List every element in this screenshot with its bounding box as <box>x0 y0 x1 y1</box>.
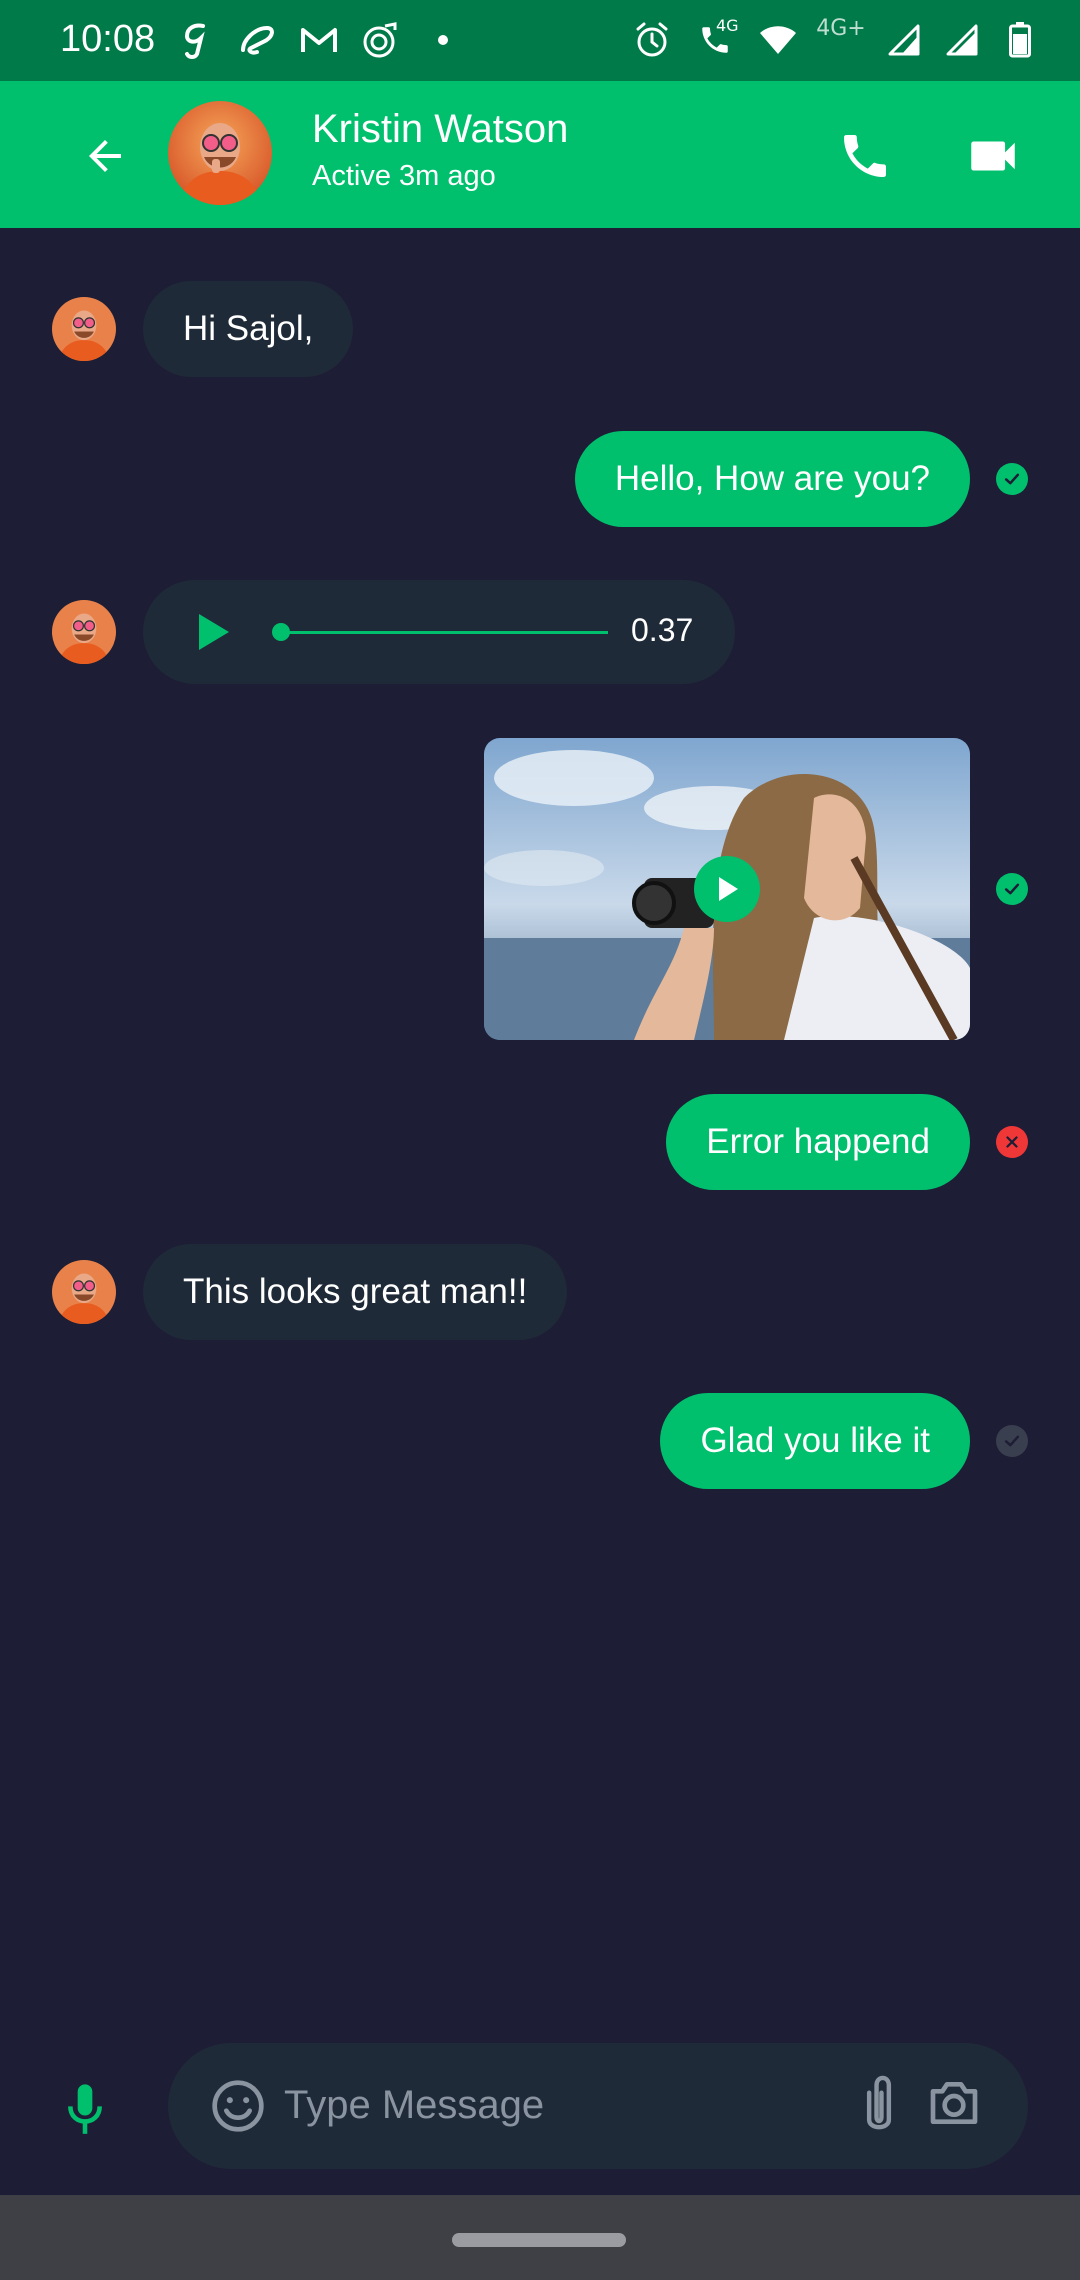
audio-progress-thumb[interactable] <box>272 623 290 641</box>
avatar <box>52 297 116 361</box>
mic-icon <box>68 2084 102 2134</box>
arrow-back-icon <box>89 140 121 172</box>
mic-button[interactable] <box>55 2075 115 2145</box>
home-gesture-handle[interactable] <box>452 2233 626 2247</box>
phone-icon <box>844 135 886 177</box>
message-input-placeholder: Type Message <box>284 2083 545 2127</box>
camera-button[interactable] <box>926 2075 982 2135</box>
play-icon <box>719 877 738 901</box>
check-icon <box>1004 883 1020 895</box>
audio-duration: 0.37 <box>631 612 694 648</box>
system-nav-bar <box>0 2195 1080 2280</box>
video-play-button[interactable] <box>694 856 760 922</box>
dot-icon <box>423 16 463 64</box>
message-status-error <box>996 1126 1028 1158</box>
battery-icon <box>1000 16 1040 64</box>
volte-call-icon: 4G <box>690 16 740 64</box>
video-message[interactable] <box>484 738 970 1040</box>
videocam-icon <box>971 141 1015 171</box>
message-status-viewed <box>996 873 1028 905</box>
alarm-icon <box>632 16 672 64</box>
audio-progress-track[interactable] <box>278 631 608 634</box>
emoji-icon <box>212 2080 264 2132</box>
attach-icon <box>866 2075 892 2130</box>
check-icon <box>1004 1435 1020 1447</box>
message-bubble-incoming[interactable]: Hi Sajol, <box>143 281 354 377</box>
message-composer: Type Message <box>0 2020 1080 2195</box>
audio-play-button[interactable] <box>193 610 233 658</box>
chat-header: Kristin Watson Active 3m ago <box>0 81 1080 228</box>
call-button[interactable] <box>830 121 900 191</box>
g-app-icon <box>175 16 215 64</box>
status-time: 10:08 <box>60 18 156 60</box>
wifi-icon <box>758 16 798 64</box>
status-bar: 10:08 4G 4G+ <box>0 0 1080 81</box>
message-status-viewed <box>996 463 1028 495</box>
audio-message: 0.37 <box>143 580 735 684</box>
back-button[interactable] <box>70 121 140 191</box>
play-icon <box>199 614 229 650</box>
network-type-label: 4G+ <box>816 16 866 41</box>
gmail-icon <box>299 16 339 64</box>
contact-name: Kristin Watson <box>312 107 569 151</box>
message-bubble-outgoing[interactable]: Hello, How are you? <box>574 431 970 527</box>
signal-icon <box>884 16 924 64</box>
message-bubble-outgoing[interactable]: Error happend <box>666 1094 970 1190</box>
avatar <box>52 600 116 664</box>
active-status: Active 3m ago <box>312 160 496 192</box>
avatar <box>52 1260 116 1324</box>
message-status-sent <box>996 1425 1028 1457</box>
check-icon <box>1004 473 1020 485</box>
signal-icon <box>942 16 982 64</box>
music-icon <box>361 16 401 64</box>
message-input[interactable]: Type Message <box>168 2043 1028 2169</box>
close-icon <box>1006 1136 1018 1148</box>
attach-button[interactable] <box>858 2073 900 2141</box>
message-bubble-incoming[interactable]: This looks great man!! <box>143 1244 568 1340</box>
camera-icon <box>930 2082 978 2124</box>
message-bubble-outgoing[interactable]: Glad you like it <box>660 1393 970 1489</box>
video-call-button[interactable] <box>955 121 1031 191</box>
airtel-icon <box>237 16 277 64</box>
avatar[interactable] <box>168 101 272 205</box>
emoji-button[interactable] <box>210 2078 266 2138</box>
call-network-label: 4G <box>716 16 739 35</box>
